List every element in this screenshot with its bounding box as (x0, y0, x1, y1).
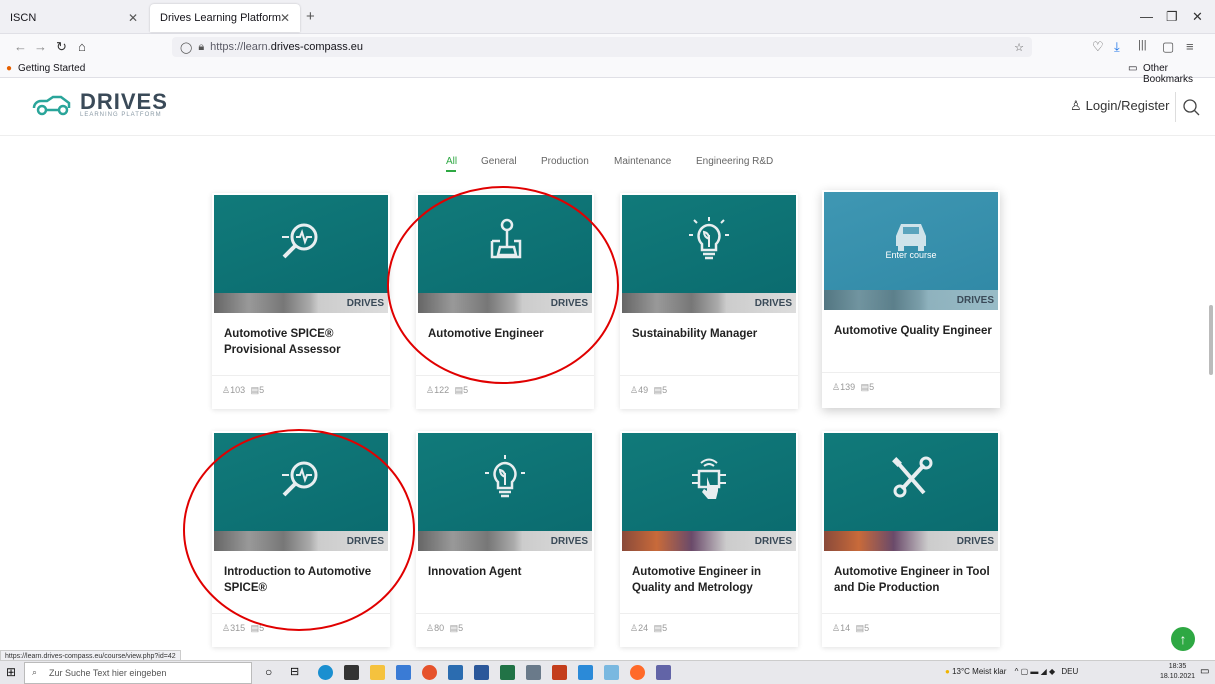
word-icon[interactable] (474, 665, 489, 680)
notification-icon[interactable]: ▭ (1200, 666, 1209, 677)
system-clock[interactable]: 18:35 18.10.2021 (1160, 662, 1195, 682)
task-view-icon[interactable]: ⊟ (290, 665, 299, 678)
tray-icons[interactable]: ^ ▢ ▬ ◢ ◆ (1015, 667, 1056, 676)
scroll-to-top-button[interactable]: ↑ (1171, 627, 1195, 651)
annotation-circle (183, 429, 415, 631)
store-icon[interactable] (344, 665, 359, 680)
annotation-overlay (183, 186, 619, 631)
excel-icon[interactable] (500, 665, 515, 680)
taskbar-search-box[interactable]: ⌕ Zur Suche Text hier eingeben (24, 662, 252, 684)
search-icon: ⌕ (32, 667, 38, 677)
pdf-icon[interactable] (552, 665, 567, 680)
edge-icon[interactable] (318, 665, 333, 680)
app-icon[interactable] (422, 665, 437, 680)
windows-taskbar: ⊞ ⌕ Zur Suche Text hier eingeben ○ ⊟ ● 1… (0, 660, 1215, 684)
explorer-icon[interactable] (370, 665, 385, 680)
teams-icon[interactable] (656, 665, 671, 680)
cortana-icon[interactable]: ○ (265, 665, 272, 679)
firefox-icon[interactable] (630, 665, 645, 680)
page-scrollbar[interactable] (1209, 305, 1213, 375)
clock-time: 18:35 (1168, 663, 1187, 670)
windows-start-icon[interactable]: ⊞ (6, 665, 16, 679)
app-icon[interactable] (578, 665, 593, 680)
arrow-up-icon: ↑ (1179, 631, 1187, 647)
system-tray: ● 13°C Meist klar ^ ▢ ▬ ◢ ◆ DEU (945, 667, 1078, 676)
app-icon[interactable] (396, 665, 411, 680)
app-icon[interactable] (448, 665, 463, 680)
weather-icon: ● (945, 667, 950, 676)
clock-date: 18.10.2021 (1160, 673, 1196, 680)
taskbar-search-placeholder: Zur Suche Text hier eingeben (49, 668, 167, 678)
app-icon[interactable] (526, 665, 541, 680)
language-indicator[interactable]: DEU (1061, 667, 1078, 676)
app-icon[interactable] (604, 665, 619, 680)
annotation-circle (387, 186, 619, 384)
weather-text[interactable]: 13°C Meist klar (952, 667, 1006, 676)
